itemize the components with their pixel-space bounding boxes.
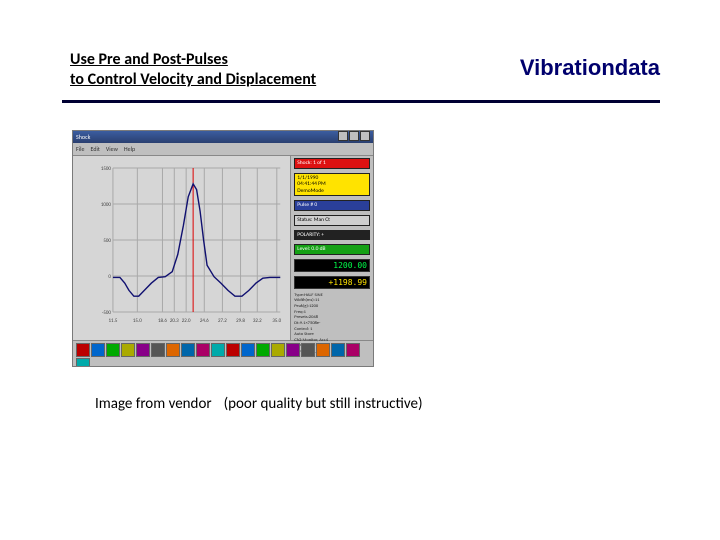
badge-level: Level: 0.0 dB xyxy=(294,244,370,255)
window-titlebar: Shock xyxy=(73,131,373,143)
caption-note: (poor quality but still instructive) xyxy=(224,395,423,413)
menu-edit[interactable]: Edit xyxy=(91,145,100,153)
brand-logo: Vibrationdata xyxy=(520,55,660,81)
menu-help[interactable]: Help xyxy=(124,145,135,153)
svg-text:24.6: 24.6 xyxy=(200,318,209,324)
svg-text:29.8: 29.8 xyxy=(236,318,245,324)
toolbar-button[interactable] xyxy=(226,343,240,357)
badge-polarity: POLARITY: + xyxy=(294,230,370,241)
toolbar-button[interactable] xyxy=(241,343,255,357)
svg-text:-500: -500 xyxy=(102,310,112,316)
toolbar-button[interactable] xyxy=(136,343,150,357)
readout-target: 1200.00 xyxy=(294,259,370,272)
badge-status: Status: Man Ct xyxy=(294,215,370,226)
svg-text:500: 500 xyxy=(103,238,111,244)
svg-text:20.3: 20.3 xyxy=(170,318,179,324)
toolbar-button[interactable] xyxy=(271,343,285,357)
chart-area: -500 0 500 1000 1500 11.5 15.0 18.620.322.0 24.… xyxy=(73,156,291,340)
toolbar-button[interactable] xyxy=(316,343,330,357)
toolbar-button[interactable] xyxy=(121,343,135,357)
toolbar-button[interactable] xyxy=(196,343,210,357)
toolbar-button[interactable] xyxy=(346,343,360,357)
svg-text:18.6: 18.6 xyxy=(158,318,167,324)
toolbar-button[interactable] xyxy=(166,343,180,357)
svg-text:1000: 1000 xyxy=(101,202,112,208)
window-title: Shock xyxy=(76,133,90,141)
svg-text:32.2: 32.2 xyxy=(253,318,262,324)
side-panel: Shock: 1 of 1 1/1/1990 04:41:44 PM DemoM… xyxy=(291,156,373,340)
badge-pulse-number: Pulse # 0 xyxy=(294,200,370,211)
toolbar-button[interactable] xyxy=(151,343,165,357)
toolbar-button[interactable] xyxy=(76,343,90,357)
svg-text:15.0: 15.0 xyxy=(133,318,142,324)
vendor-screenshot: Shock File Edit View Help -500 0 500 1000 15… xyxy=(72,130,374,367)
caption-source: Image from vendor xyxy=(95,395,212,413)
slide-caption: Image from vendor (poor quality but still… xyxy=(95,395,423,413)
toolbar-button[interactable] xyxy=(256,343,270,357)
toolbar-button[interactable] xyxy=(91,343,105,357)
window-controls[interactable] xyxy=(337,131,370,143)
title-line-2: to Control Velocity and Displacement xyxy=(70,70,316,89)
bottom-toolbar: Stop and/or Resume xyxy=(73,340,373,367)
svg-text:1500: 1500 xyxy=(101,166,112,172)
svg-text:27.2: 27.2 xyxy=(218,318,227,324)
svg-text:0: 0 xyxy=(108,274,111,280)
header-divider xyxy=(62,100,660,103)
svg-text:11.5: 11.5 xyxy=(109,318,118,324)
pulse-chart: -500 0 500 1000 1500 11.5 15.0 18.620.322.0 24.… xyxy=(97,164,284,324)
menu-view[interactable]: View xyxy=(106,145,118,153)
readout-measured: +1198.99 xyxy=(294,276,370,289)
toolbar-button[interactable] xyxy=(181,343,195,357)
toolbar-button[interactable] xyxy=(76,358,90,367)
svg-text:22.0: 22.0 xyxy=(182,318,191,324)
toolbar-button[interactable] xyxy=(286,343,300,357)
menu-bar: File Edit View Help xyxy=(73,143,373,156)
svg-text:35.0: 35.0 xyxy=(272,318,281,324)
toolbar-button[interactable] xyxy=(331,343,345,357)
badge-shock-count: Shock: 1 of 1 xyxy=(294,158,370,169)
toolbar-button[interactable] xyxy=(301,343,315,357)
toolbar-button[interactable] xyxy=(106,343,120,357)
title-line-1: Use Pre and Post-Pulses xyxy=(70,50,228,69)
badge-datetime: 1/1/1990 04:41:44 PM DemoMode xyxy=(294,173,370,197)
toolbar-button[interactable] xyxy=(211,343,225,357)
menu-file[interactable]: File xyxy=(76,145,85,153)
